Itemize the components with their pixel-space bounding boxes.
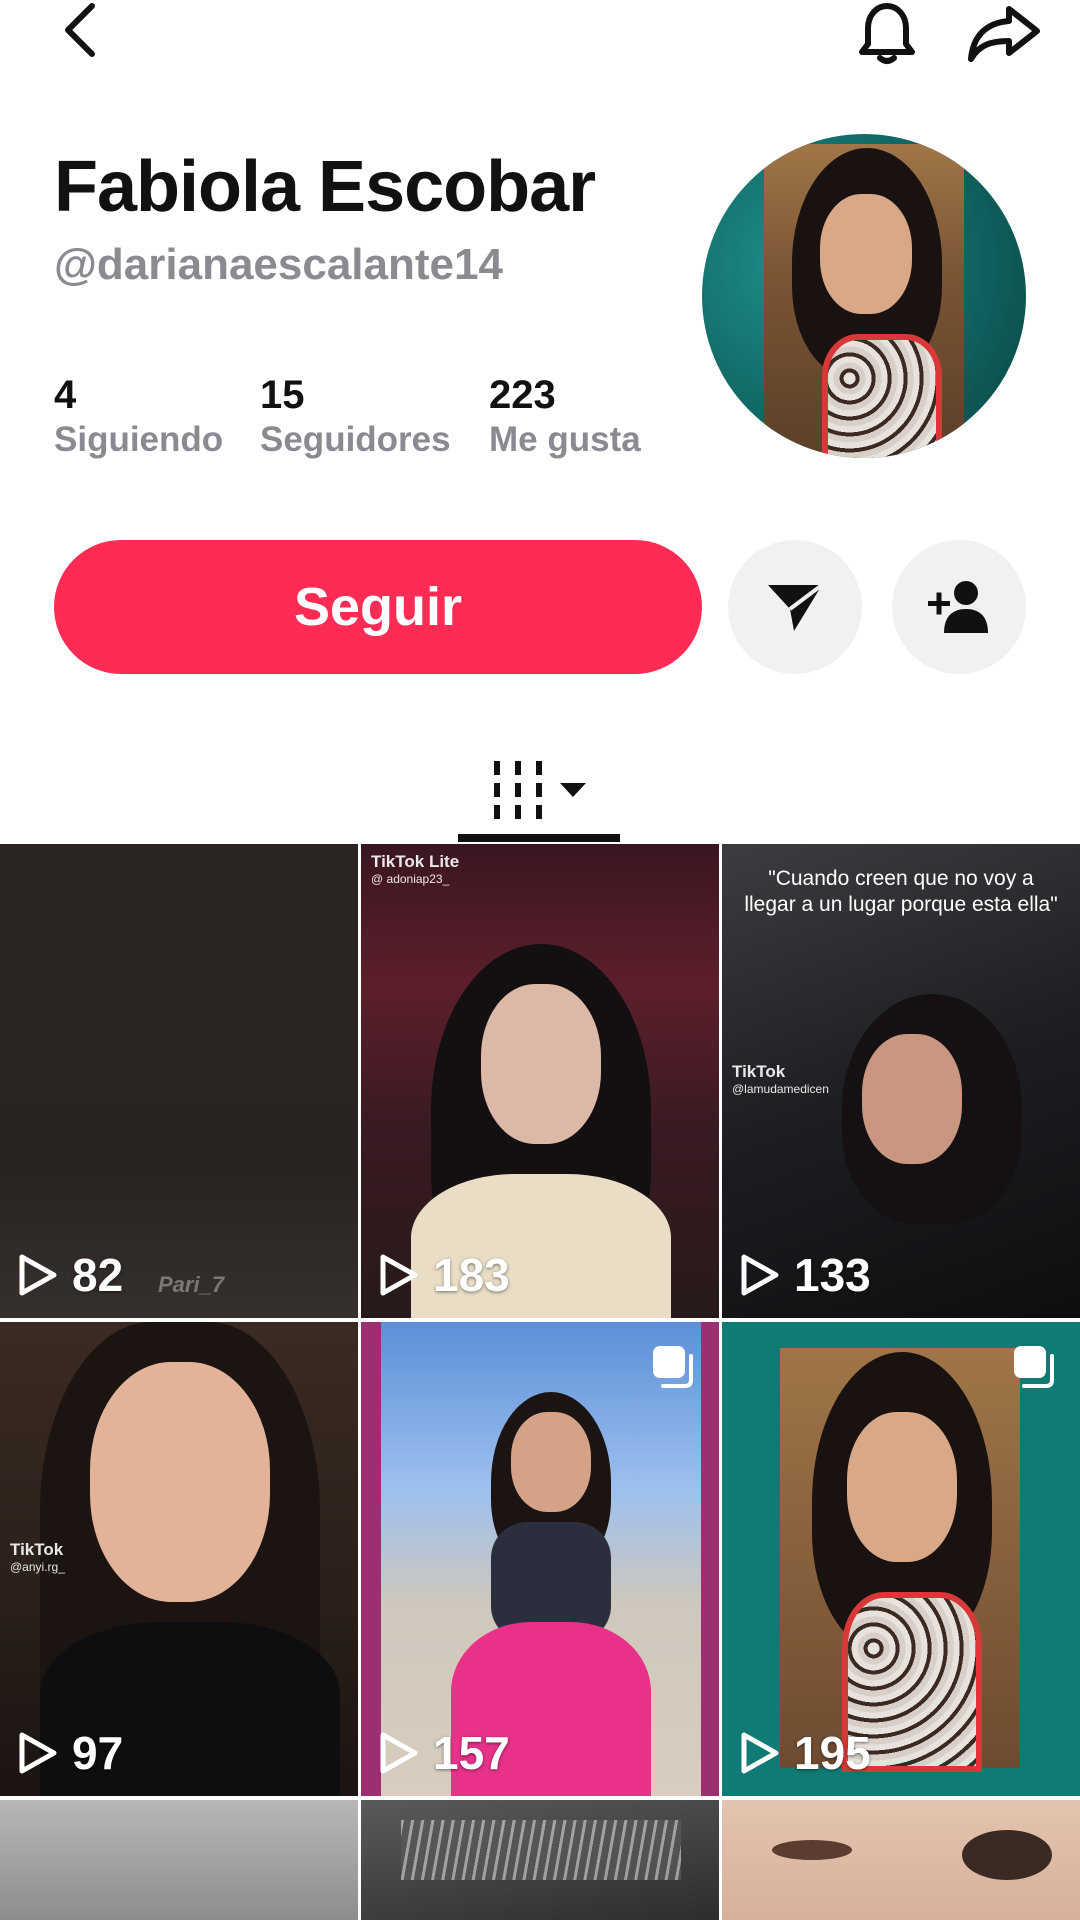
view-count: 157 — [379, 1726, 510, 1780]
play-icon — [741, 1254, 779, 1296]
video-tile-4[interactable]: TikTok @anyi.rg_ 97 — [0, 1322, 358, 1796]
tile-photo-eyebrow — [772, 1840, 852, 1860]
view-count: 195 — [740, 1726, 871, 1780]
chevron-left-icon[interactable] — [50, 0, 110, 60]
play-icon — [380, 1254, 418, 1296]
video-watermark-user: @lamudamedicen — [732, 1082, 829, 1096]
tab-videos[interactable] — [460, 740, 620, 840]
video-watermark-user: @ adoniap23_ — [371, 872, 450, 886]
video-watermark: TikTok Lite — [371, 852, 460, 871]
play-icon — [741, 1732, 779, 1774]
video-watermark: TikTok — [732, 1062, 786, 1081]
video-watermark: Pari_7 — [158, 1272, 225, 1297]
view-count-value: 195 — [794, 1727, 871, 1779]
tab-active-indicator — [458, 834, 620, 842]
video-watermark: TikTok — [10, 1540, 64, 1559]
bell-icon[interactable] — [850, 0, 924, 66]
play-icon — [19, 1254, 57, 1296]
stat-count: 15 — [260, 373, 305, 417]
multi-photo-icon — [1012, 1344, 1058, 1395]
video-caption: "Cuando creen que no voy a llegar a un l… — [744, 867, 1058, 916]
stat-following[interactable]: 4 Siguiendo — [54, 372, 223, 462]
tile-photo-face — [90, 1362, 270, 1602]
follow-button[interactable]: Seguir — [54, 540, 702, 674]
stat-followers[interactable]: 15 Seguidores — [260, 372, 451, 462]
video-tile-5[interactable]: 157 — [361, 1322, 719, 1796]
view-count-value: 133 — [794, 1249, 871, 1301]
play-icon — [380, 1732, 418, 1774]
add-user-icon — [928, 581, 988, 633]
tile-photo-texture — [401, 1820, 681, 1880]
view-count-value: 183 — [433, 1249, 510, 1301]
message-button[interactable] — [728, 540, 862, 674]
add-friend-button[interactable] — [892, 540, 1026, 674]
stat-label: Me gusta — [489, 420, 641, 459]
stat-label: Seguidores — [260, 420, 451, 459]
send-icon — [768, 583, 824, 631]
tile-photo-face — [847, 1412, 957, 1562]
video-tile-9[interactable] — [722, 1800, 1080, 1920]
tile-photo-face — [481, 984, 601, 1144]
video-tile-8[interactable] — [361, 1800, 719, 1920]
view-count-value: 157 — [433, 1727, 510, 1779]
stat-likes[interactable]: 223 Me gusta — [489, 372, 641, 462]
share-arrow-icon[interactable] — [962, 0, 1044, 66]
tile-photo-face — [511, 1412, 591, 1512]
profile-handle: @darianaescalante14 — [54, 240, 503, 289]
caret-down-icon[interactable] — [558, 781, 588, 799]
stat-count: 4 — [54, 373, 77, 417]
video-watermark-user: @anyi.rg_ — [10, 1560, 65, 1574]
view-count: 133 — [740, 1248, 871, 1302]
avatar-photo-face — [820, 194, 912, 314]
video-tile-6[interactable]: 195 — [722, 1322, 1080, 1796]
content-tab-bar — [0, 720, 1080, 844]
tile-photo-face — [862, 1034, 962, 1164]
avatar-photo-clothing — [822, 334, 942, 458]
profile-name: Fabiola Escobar — [54, 147, 596, 227]
play-icon — [19, 1732, 57, 1774]
multi-photo-icon — [651, 1344, 697, 1395]
stat-label: Siguiendo — [54, 420, 224, 459]
tile-photo-eye — [962, 1830, 1052, 1880]
video-tile-1[interactable]: Pari_7 82 — [0, 844, 358, 1318]
stat-count: 223 — [489, 373, 556, 417]
view-count-value: 97 — [72, 1727, 124, 1779]
video-tile-7[interactable] — [0, 1800, 358, 1920]
view-count: 82 — [18, 1248, 123, 1302]
view-count: 183 — [379, 1248, 510, 1302]
video-grid: Pari_7 82 TikTok Lite @ adoniap23_ 183 "… — [0, 844, 1080, 1920]
view-count-value: 82 — [72, 1249, 124, 1301]
view-count: 97 — [18, 1726, 123, 1780]
video-tile-3[interactable]: "Cuando creen que no voy a llegar a un l… — [722, 844, 1080, 1318]
top-bar — [0, 0, 1080, 70]
grid-icon — [494, 761, 542, 819]
video-tile-2[interactable]: TikTok Lite @ adoniap23_ 183 — [361, 844, 719, 1318]
avatar[interactable] — [702, 134, 1026, 458]
